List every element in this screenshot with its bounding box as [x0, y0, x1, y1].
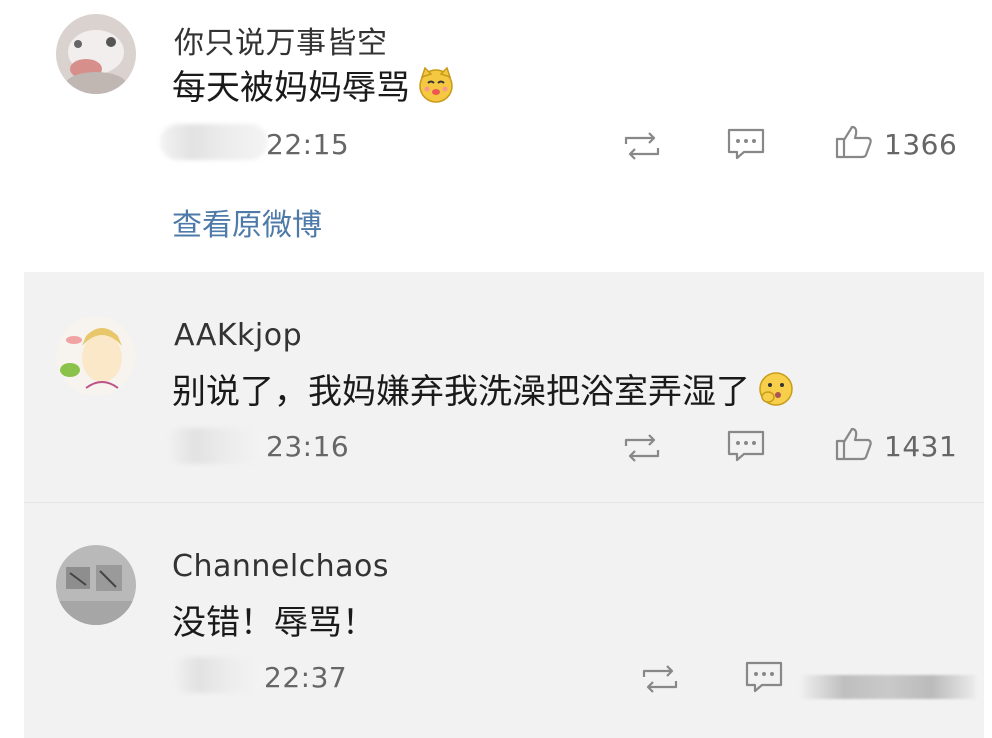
comment-icon[interactable]: [742, 659, 786, 695]
repost-icon[interactable]: [638, 661, 682, 697]
comment-3: Channelchaos 没错！辱骂！ 22:37: [24, 502, 984, 738]
comment-2: AAKkjop 别说了，我妈嫌弃我洗澡把浴室弄湿了 23:16 1431: [24, 272, 984, 502]
repost-icon[interactable]: [620, 430, 664, 466]
avatar[interactable]: [56, 545, 136, 625]
like-count: 1366: [884, 128, 958, 161]
repost-icon[interactable]: [620, 128, 664, 164]
comment-text-content: 没错！辱骂！: [172, 603, 376, 643]
like-icon[interactable]: [832, 426, 876, 462]
cat-emoji-icon: [419, 66, 453, 103]
comment-time: 23:16: [266, 430, 350, 463]
comment-time: 22:37: [264, 661, 348, 694]
blurred-date: [170, 657, 266, 693]
comment-icon[interactable]: [724, 126, 768, 162]
avatar[interactable]: [56, 14, 136, 94]
comment-text: 别说了，我妈嫌弃我洗澡把浴室弄湿了: [172, 364, 796, 413]
avatar[interactable]: [56, 316, 136, 396]
blurred-date: [164, 428, 268, 464]
comment-time: 22:15: [266, 128, 350, 161]
comment-text: 没错！辱骂！: [172, 595, 376, 644]
hand-cheek-emoji-icon: [759, 371, 793, 406]
comment-1: 你只说万事皆空 每天被妈妈辱骂 22:15 1366 查看原微博: [0, 0, 992, 272]
username[interactable]: 你只说万事皆空: [174, 18, 388, 62]
comment-icon[interactable]: [724, 428, 768, 464]
like-count: 1431: [884, 430, 958, 463]
view-original-weibo-link[interactable]: 查看原微博: [172, 200, 322, 244]
comment-text: 每天被妈妈辱骂: [172, 60, 456, 109]
redacted-like-count: [800, 675, 976, 699]
blurred-date: [160, 124, 268, 160]
comment-text-content: 别说了，我妈嫌弃我洗澡把浴室弄湿了: [172, 372, 750, 412]
comment-text-content: 每天被妈妈辱骂: [172, 68, 410, 108]
username[interactable]: AAKkjop: [174, 318, 302, 353]
like-icon[interactable]: [832, 124, 876, 160]
username[interactable]: Channelchaos: [172, 549, 389, 584]
